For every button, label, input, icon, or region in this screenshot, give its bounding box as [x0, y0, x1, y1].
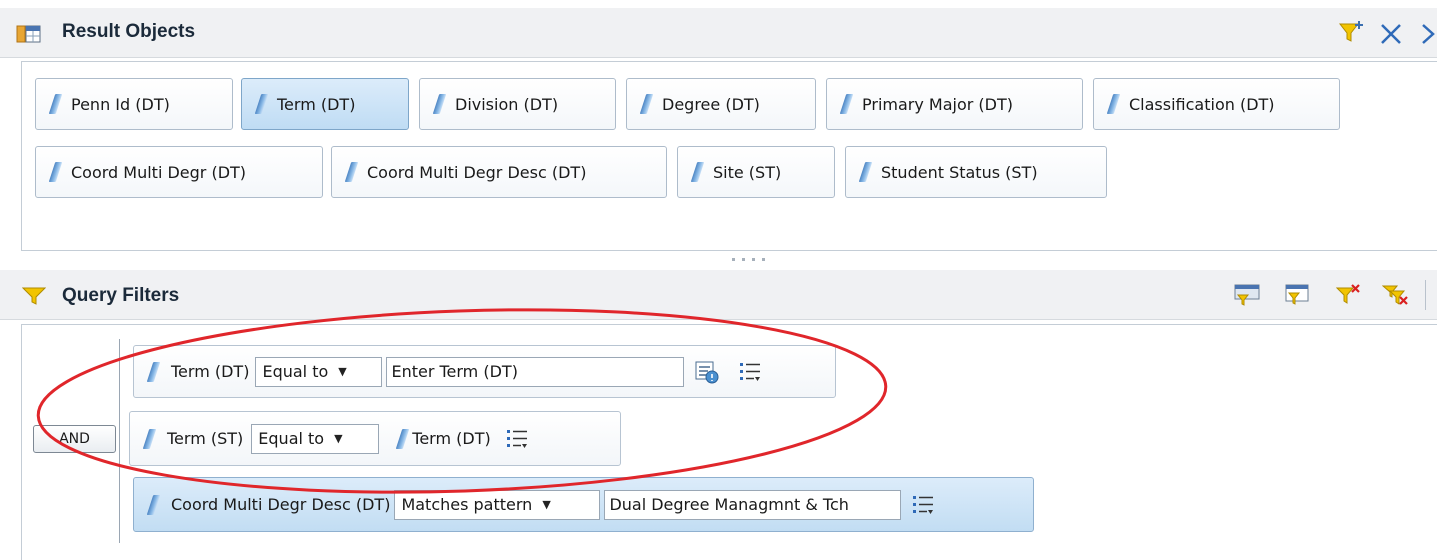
dropdown-caret-icon: ▼ [542, 498, 551, 511]
and-operator-label: AND [59, 431, 90, 447]
filter-row[interactable]: Coord Multi Degr Desc (DT) Matches patte… [133, 477, 1034, 532]
dimension-icon [142, 428, 157, 449]
result-objects-header: Result Objects [0, 8, 1437, 58]
dimension-icon [690, 162, 705, 182]
operator-dropdown[interactable]: Equal to ▼ [251, 423, 380, 454]
chip-label: Term (DT) [277, 94, 356, 114]
dimension-icon [344, 162, 359, 182]
chip-label: Classification (DT) [1129, 94, 1275, 114]
operator-value: Equal to [258, 429, 325, 448]
filter-row[interactable]: Term (DT) Equal to ▼ Enter Term (DT) [133, 345, 836, 398]
dimension-icon [432, 94, 447, 114]
filter-object-label: Term (DT) [171, 362, 250, 381]
predefined-filter-icon[interactable] [1234, 283, 1260, 311]
result-object-chip[interactable]: Classification (DT) [1093, 78, 1340, 130]
chip-label: Coord Multi Degr Desc (DT) [367, 162, 587, 182]
operand-type-menu-icon[interactable] [505, 427, 529, 451]
dimension-icon [254, 94, 269, 114]
remove-all-filters-icon[interactable] [1381, 283, 1410, 311]
filter-object-label: Term (ST) [167, 429, 244, 448]
dimension-icon [839, 94, 854, 114]
dimension-icon [1106, 94, 1121, 114]
result-object-chip[interactable]: Student Status (ST) [845, 146, 1107, 198]
operand-input[interactable]: Enter Term (DT) [386, 356, 685, 387]
chip-label: Student Status (ST) [881, 162, 1038, 182]
result-object-chip[interactable]: Site (ST) [677, 146, 835, 198]
result-object-chip[interactable]: Penn Id (DT) [35, 78, 233, 130]
operand-object-label[interactable]: Term (DT) [412, 429, 490, 448]
operand-value: Dual Degree Managmnt & Tch [609, 495, 849, 514]
dimension-icon [639, 94, 654, 114]
chip-label: Primary Major (DT) [862, 94, 1013, 114]
result-object-chip[interactable]: Division (DT) [419, 78, 616, 130]
chip-label: Penn Id (DT) [71, 94, 170, 114]
filter-row[interactable]: Term (ST) Equal to ▼ Term (DT) [129, 411, 621, 466]
and-operator-button[interactable]: AND [33, 425, 116, 453]
dimension-icon [858, 162, 873, 182]
expand-icon[interactable] [1420, 21, 1437, 51]
dropdown-caret-icon: ▼ [338, 365, 347, 378]
filter-object-label: Coord Multi Degr Desc (DT) [171, 495, 391, 514]
operator-dropdown[interactable]: Equal to ▼ [255, 356, 383, 387]
close-icon[interactable] [1378, 21, 1404, 51]
filter-add-icon[interactable] [1338, 19, 1368, 49]
operator-value: Matches pattern [401, 495, 533, 514]
remove-filter-icon[interactable] [1335, 283, 1362, 311]
filter-icon [21, 286, 47, 310]
result-objects-title: Result Objects [62, 21, 196, 42]
operand-value: Enter Term (DT) [391, 362, 518, 381]
result-object-chip[interactable]: Term (DT) [241, 78, 409, 130]
result-objects-icon [16, 23, 42, 49]
chip-label: Division (DT) [455, 94, 559, 114]
splitter-handle[interactable] [718, 255, 778, 263]
dimension-icon [146, 361, 161, 382]
filter-tree-line [119, 339, 120, 543]
dropdown-caret-icon: ▼ [334, 432, 343, 445]
operator-dropdown[interactable]: Matches pattern ▼ [394, 489, 601, 520]
operand-input[interactable]: Dual Degree Managmnt & Tch [604, 489, 902, 520]
chip-label: Degree (DT) [662, 94, 760, 114]
result-object-chip[interactable]: Coord Multi Degr Desc (DT) [331, 146, 667, 198]
prompt-properties-icon[interactable] [694, 360, 720, 384]
toolbar-separator [1425, 280, 1426, 310]
chip-label: Site (ST) [713, 162, 782, 182]
query-filters-title: Query Filters [62, 285, 180, 306]
dimension-icon [48, 94, 63, 114]
dimension-icon [48, 162, 63, 182]
operator-value: Equal to [262, 362, 329, 381]
operand-type-menu-icon[interactable] [911, 493, 935, 517]
result-object-chip[interactable]: Primary Major (DT) [826, 78, 1083, 130]
query-filters-header: Query Filters [0, 270, 1437, 320]
dimension-icon [396, 428, 410, 449]
result-object-chip[interactable]: Coord Multi Degr (DT) [35, 146, 323, 198]
dimension-icon [146, 494, 161, 515]
edit-filter-icon[interactable] [1284, 283, 1310, 311]
chip-label: Coord Multi Degr (DT) [71, 162, 247, 182]
result-object-chip[interactable]: Degree (DT) [626, 78, 816, 130]
operand-type-menu-icon[interactable] [738, 360, 762, 384]
